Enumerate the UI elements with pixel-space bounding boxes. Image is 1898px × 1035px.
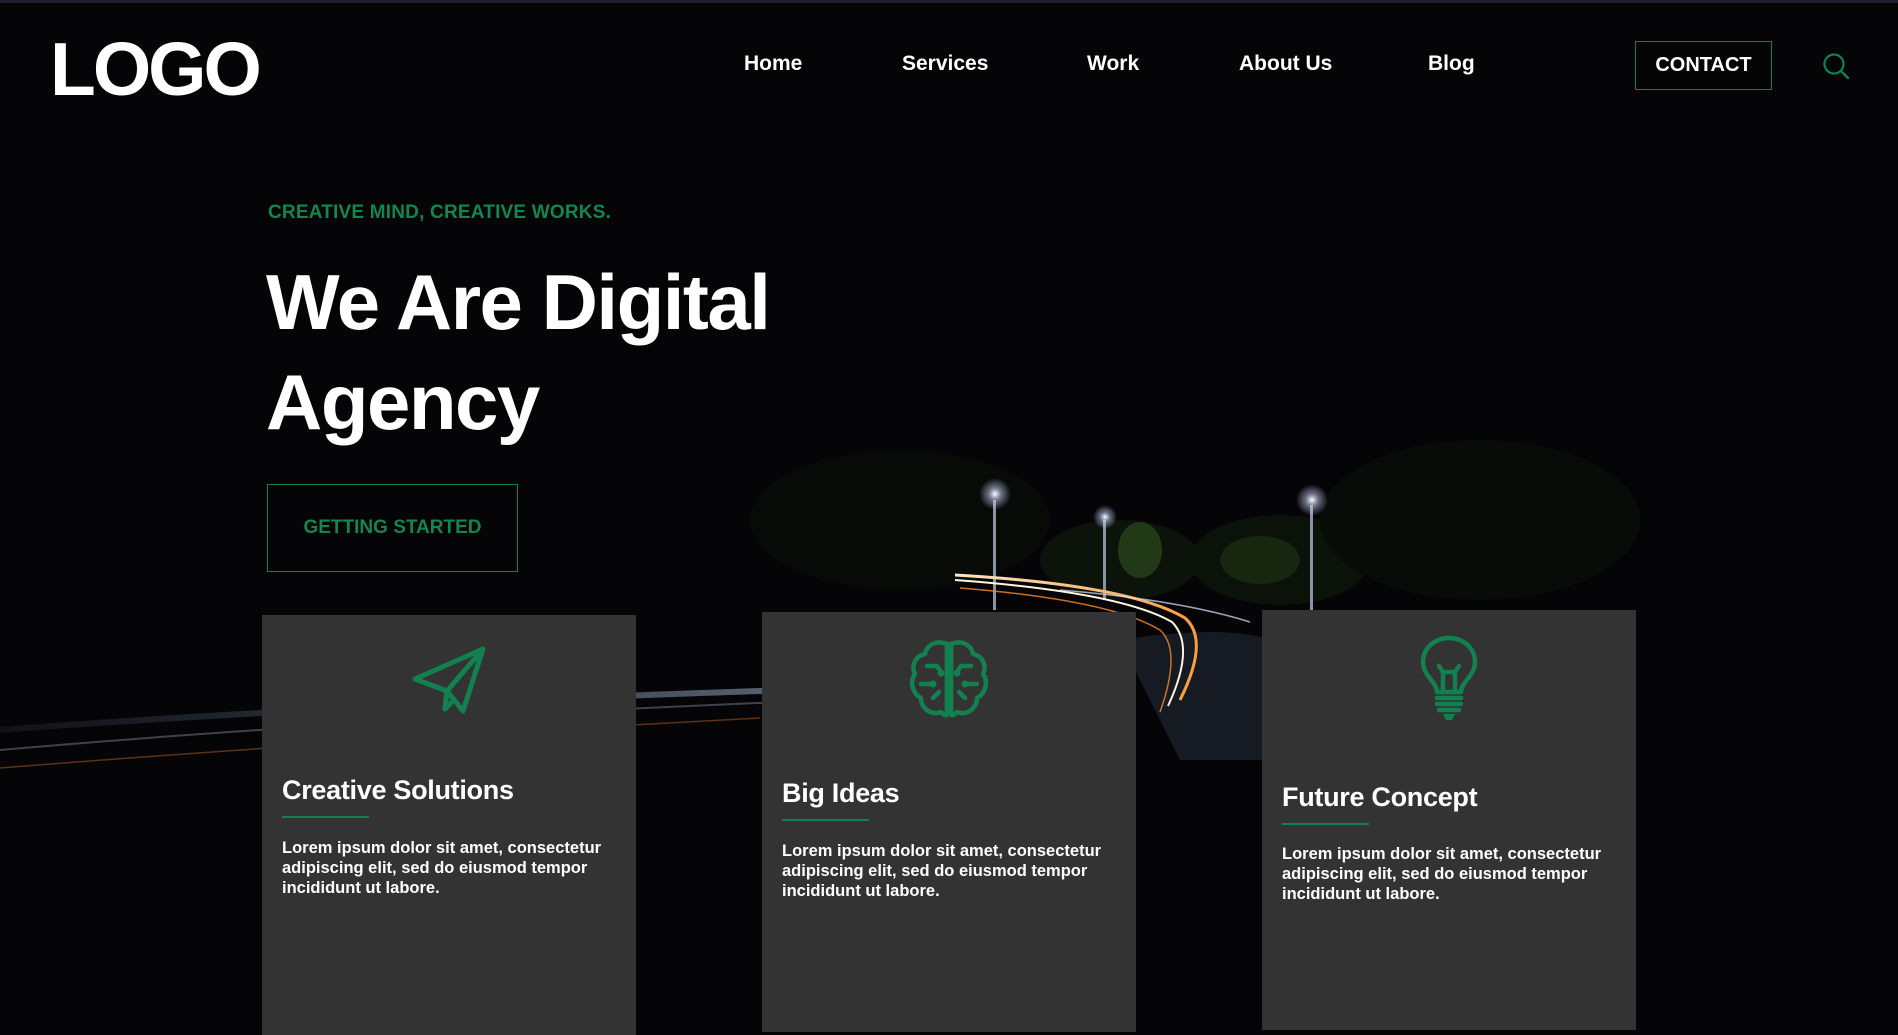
lightbulb-icon	[1262, 634, 1636, 724]
feature-card-future-concept: Future Concept Lorem ipsum dolor sit ame…	[1262, 610, 1636, 1030]
brain-icon	[762, 636, 1136, 720]
card-title: Creative Solutions	[282, 775, 514, 805]
nav-item-about-us[interactable]: About Us	[1239, 52, 1332, 76]
feature-card-creative-solutions: Creative Solutions Lorem ipsum dolor sit…	[262, 615, 636, 1035]
nav-item-work[interactable]: Work	[1087, 52, 1139, 76]
card-text: Lorem ipsum dolor sit amet, consectetur …	[782, 842, 1102, 900]
getting-started-button[interactable]: GETTING STARTED	[267, 484, 518, 572]
paper-plane-icon	[262, 641, 636, 721]
nav-item-home[interactable]: Home	[744, 52, 802, 76]
contact-button[interactable]: CONTACT	[1635, 41, 1772, 90]
site-logo[interactable]: LOGO	[50, 24, 262, 114]
hero-tagline: CREATIVE MIND, CREATIVE WORKS.	[268, 202, 612, 223]
card-title-underline	[782, 819, 869, 821]
card-title: Future Concept	[1282, 782, 1478, 812]
search-icon[interactable]	[1822, 52, 1850, 80]
hero-title-line-2: Agency	[266, 358, 540, 446]
card-title-underline	[1282, 823, 1369, 825]
card-title-underline	[282, 816, 369, 818]
feature-card-big-ideas: Big Ideas Lorem ipsum dolor sit amet, co…	[762, 612, 1136, 1032]
card-text: Lorem ipsum dolor sit amet, consectetur …	[282, 839, 602, 897]
nav-item-services[interactable]: Services	[902, 52, 988, 76]
card-title: Big Ideas	[782, 778, 900, 808]
nav-item-blog[interactable]: Blog	[1428, 52, 1475, 76]
hero-title-line-1: We Are Digital	[266, 258, 771, 346]
hero-title: We Are Digital Agency	[266, 252, 906, 452]
card-text: Lorem ipsum dolor sit amet, consectetur …	[1282, 845, 1602, 903]
